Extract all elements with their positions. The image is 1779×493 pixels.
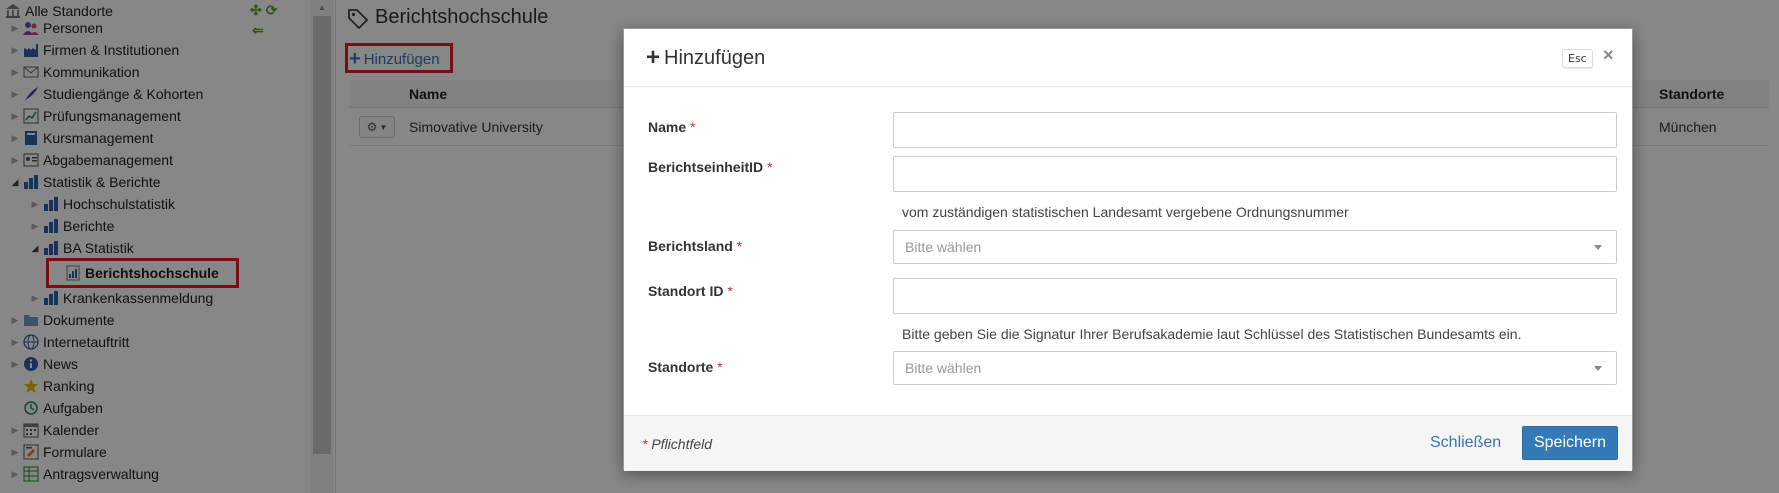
esc-key-hint: Esc [1562,49,1593,68]
name-label-text: Name [648,119,687,135]
required-marker: * [642,436,648,452]
standorte-select[interactable]: Bitte wählen [893,351,1617,385]
required-marker: * [727,283,733,299]
standort-id-label: Standort ID * [648,283,733,299]
berichtseinheit-help: vom zuständigen statistischen Landesamt … [902,204,1349,220]
standorte-placeholder: Bitte wählen [905,360,982,376]
berichtsland-label: Berichtsland * [648,238,742,254]
standort-id-label-text: Standort ID [648,283,724,299]
standorte-label: Standorte * [648,359,723,375]
name-input[interactable] [893,112,1617,148]
required-marker: * [736,238,743,254]
standorte-label-text: Standorte [648,359,714,375]
berichtsland-placeholder: Bitte wählen [905,239,982,255]
dialog-header: + Hinzufügen Esc × [624,29,1632,87]
berichtseinheit-label-text: BerichtseinheitID [648,159,764,175]
save-button[interactable]: Speichern [1522,426,1618,460]
standort-id-input[interactable] [893,278,1617,314]
close-button[interactable]: Schließen [1430,434,1501,452]
required-note-text: Pflichtfeld [651,436,713,452]
berichtsland-label-text: Berichtsland [648,238,733,254]
required-note: * Pflichtfeld [642,436,712,452]
chevron-down-icon [1594,245,1602,250]
dialog-title-text: Hinzufügen [664,46,766,69]
dialog-title: + Hinzufügen [646,46,765,70]
chevron-down-icon [1594,366,1602,371]
dialog-footer: * Pflichtfeld Schließen Speichern [624,415,1632,471]
name-label: Name * [648,119,695,135]
berichtseinheit-input[interactable] [893,156,1617,192]
close-icon[interactable]: × [1603,45,1614,66]
plus-icon: + [646,44,661,71]
berichtseinheit-label: BerichtseinheitID * [648,159,772,175]
required-marker: * [690,119,696,135]
add-dialog: + Hinzufügen Esc × Name * Berichtseinhei… [623,28,1633,471]
required-marker: * [767,159,773,175]
berichtsland-select[interactable]: Bitte wählen [893,230,1617,264]
standort-id-help: Bitte geben Sie die Signatur Ihrer Beruf… [902,326,1522,342]
required-marker: * [717,359,723,375]
